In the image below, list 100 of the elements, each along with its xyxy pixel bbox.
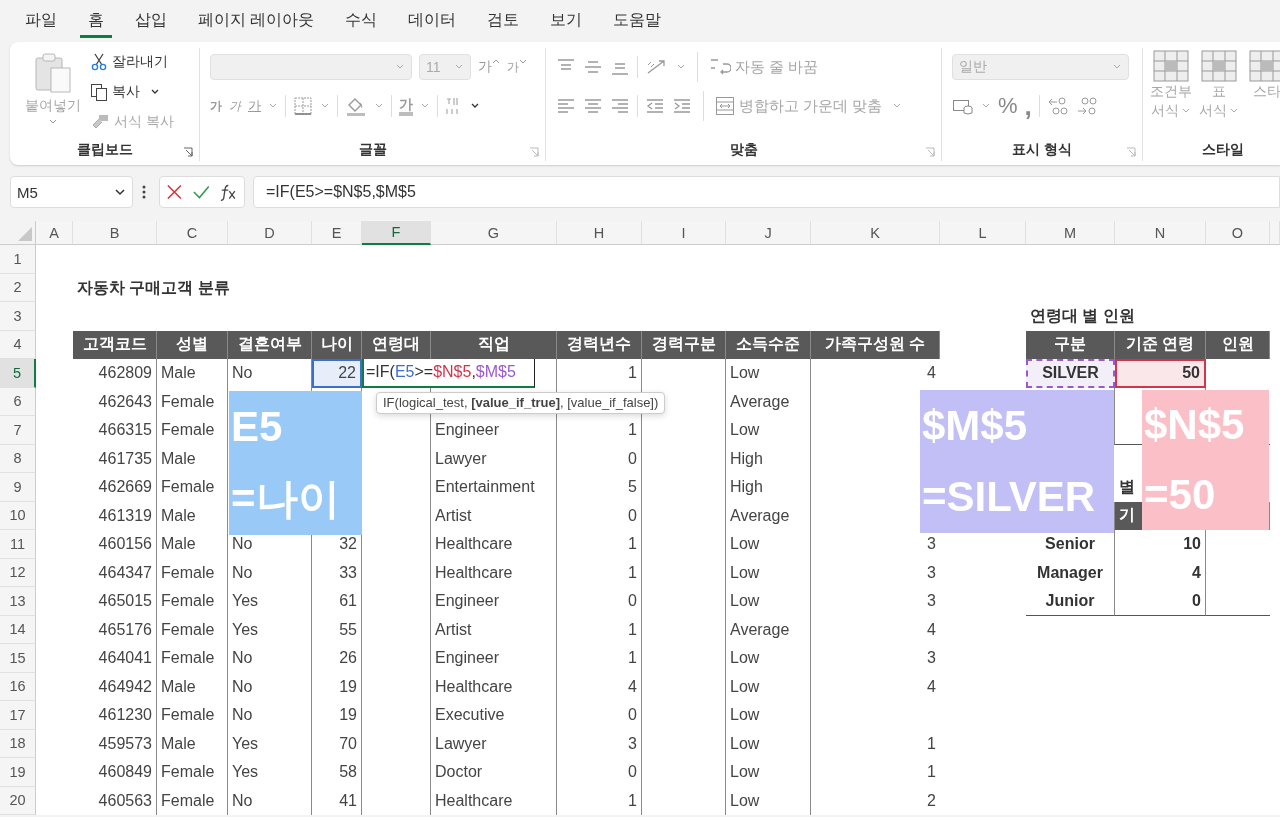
brush-icon xyxy=(90,113,110,131)
table-cell: 55 xyxy=(312,615,362,644)
name-box[interactable]: M5 xyxy=(10,176,133,208)
row-header[interactable]: 1 xyxy=(0,245,36,274)
row-header[interactable]: 4 xyxy=(0,330,36,359)
table-cell: 460156 xyxy=(73,530,157,559)
row-header[interactable]: 11 xyxy=(0,530,36,559)
decrease-decimal-icon[interactable] xyxy=(1075,96,1098,116)
column-header[interactable]: K xyxy=(811,221,940,245)
table-cell: High xyxy=(726,473,811,502)
cell-editor[interactable]: =IF(E5>=$N$5,$M$5 xyxy=(362,359,535,388)
caret-icon xyxy=(1229,106,1239,115)
row-header[interactable]: 18 xyxy=(0,729,36,758)
column-header[interactable]: H xyxy=(557,221,642,245)
close-icon[interactable] xyxy=(166,183,183,201)
table-cell: 462669 xyxy=(73,473,157,502)
increase-indent-icon[interactable] xyxy=(672,97,692,115)
column-header[interactable]: L xyxy=(940,221,1026,245)
column-header[interactable]: N xyxy=(1115,221,1206,245)
table-cell: Yes xyxy=(228,758,312,787)
row-header[interactable]: 19 xyxy=(0,758,36,787)
row-header[interactable]: 20 xyxy=(0,786,36,815)
row-header[interactable]: 6 xyxy=(0,387,36,416)
menu-tab[interactable]: 페이지 레이아웃 xyxy=(190,4,323,38)
row-header[interactable]: 7 xyxy=(0,416,36,445)
checkmark-icon[interactable] xyxy=(191,183,211,201)
table-cell: 464942 xyxy=(73,672,157,701)
row-header[interactable]: 12 xyxy=(0,558,36,587)
column-header[interactable]: B xyxy=(73,221,157,245)
row-header[interactable]: 8 xyxy=(0,444,36,473)
cut-button[interactable]: 잘라내기 xyxy=(90,51,174,73)
table-cell: 0 xyxy=(557,444,642,473)
menu-tab[interactable]: 보기 xyxy=(542,4,591,38)
menu-tab[interactable]: 파일 xyxy=(17,4,65,38)
row-header[interactable]: 13 xyxy=(0,587,36,616)
menu-tab[interactable]: 도움말 xyxy=(605,4,670,38)
column-header[interactable] xyxy=(1270,221,1280,245)
table-cell: Female xyxy=(157,758,228,787)
row-header[interactable]: 14 xyxy=(0,615,36,644)
menu-tab[interactable]: 데이터 xyxy=(400,4,465,38)
more-options-icon[interactable] xyxy=(141,184,147,200)
table-cell: 26 xyxy=(312,644,362,673)
percent-button[interactable]: % xyxy=(998,93,1018,119)
menu-tab[interactable]: 수식 xyxy=(337,4,386,38)
callout-text: $N$5 xyxy=(1144,404,1246,446)
align-left-icon[interactable] xyxy=(556,97,576,115)
column-header[interactable]: O xyxy=(1206,221,1270,245)
table-cell: No xyxy=(228,786,312,815)
increase-decimal-icon[interactable] xyxy=(1046,96,1069,116)
table-cell: 58 xyxy=(312,758,362,787)
table-cell: Doctor xyxy=(431,758,557,787)
table-cell: Female xyxy=(157,473,228,502)
column-header[interactable]: J xyxy=(726,221,811,245)
table-cell-text: 3 xyxy=(926,534,937,555)
menu-tab[interactable]: 홈 xyxy=(80,4,112,38)
column-header[interactable]: E xyxy=(312,221,362,245)
copy-button[interactable]: 복사 xyxy=(90,81,174,103)
clipboard-icon xyxy=(33,52,73,94)
copy-icon xyxy=(90,83,108,101)
table-cell: No xyxy=(228,701,312,730)
row-header[interactable]: 17 xyxy=(0,701,36,730)
column-header[interactable]: A xyxy=(36,221,73,245)
table-cell: 1 xyxy=(557,416,642,445)
table-cell: 0 xyxy=(557,701,642,730)
row-header[interactable]: 2 xyxy=(0,273,36,302)
column-header[interactable]: C xyxy=(157,221,228,245)
menu-tab[interactable]: 삽입 xyxy=(127,4,175,38)
table-cell: 462643 xyxy=(73,387,157,416)
row-header[interactable]: 3 xyxy=(0,302,36,331)
table-cell: Healthcare xyxy=(431,672,557,701)
row-header[interactable]: 5 xyxy=(0,359,36,388)
row-header[interactable]: 16 xyxy=(0,672,36,701)
column-header[interactable]: M xyxy=(1026,221,1115,245)
menu-tab[interactable]: 검토 xyxy=(479,4,528,38)
align-middle-icon[interactable] xyxy=(583,58,603,76)
group-label: 클립보드 xyxy=(76,141,133,159)
table-cell: 1 xyxy=(557,530,642,559)
sheet-title: 연령대 별 인원 xyxy=(1030,306,1135,326)
align-right-icon[interactable] xyxy=(610,97,630,115)
caret-icon xyxy=(454,63,464,71)
column-header[interactable]: I xyxy=(642,221,726,245)
column-header[interactable]: D xyxy=(228,221,312,245)
row-header[interactable]: 10 xyxy=(0,501,36,530)
table-cell: Lawyer xyxy=(431,444,557,473)
column-header[interactable]: F xyxy=(362,221,431,245)
column-header[interactable]: G xyxy=(431,221,557,245)
group-label: 맞춤 xyxy=(729,141,758,159)
align-center-icon[interactable] xyxy=(583,97,603,115)
select-all-corner[interactable] xyxy=(0,221,36,245)
header-cell: 직업 xyxy=(431,330,557,359)
table-cell: 5 xyxy=(557,473,642,502)
decrease-indent-icon[interactable] xyxy=(645,97,665,115)
function-icon[interactable] xyxy=(219,183,238,201)
row-header[interactable]: 15 xyxy=(0,644,36,673)
formula-field[interactable]: =IF(E5>=$N$5,$M$5 xyxy=(253,176,1280,208)
caret-up-icon xyxy=(492,58,500,64)
borders-icon[interactable] xyxy=(293,96,313,116)
callout-text: =SILVER xyxy=(922,476,1097,519)
row-header[interactable]: 9 xyxy=(0,473,36,502)
dialog-launcher-icon[interactable] xyxy=(183,147,193,157)
